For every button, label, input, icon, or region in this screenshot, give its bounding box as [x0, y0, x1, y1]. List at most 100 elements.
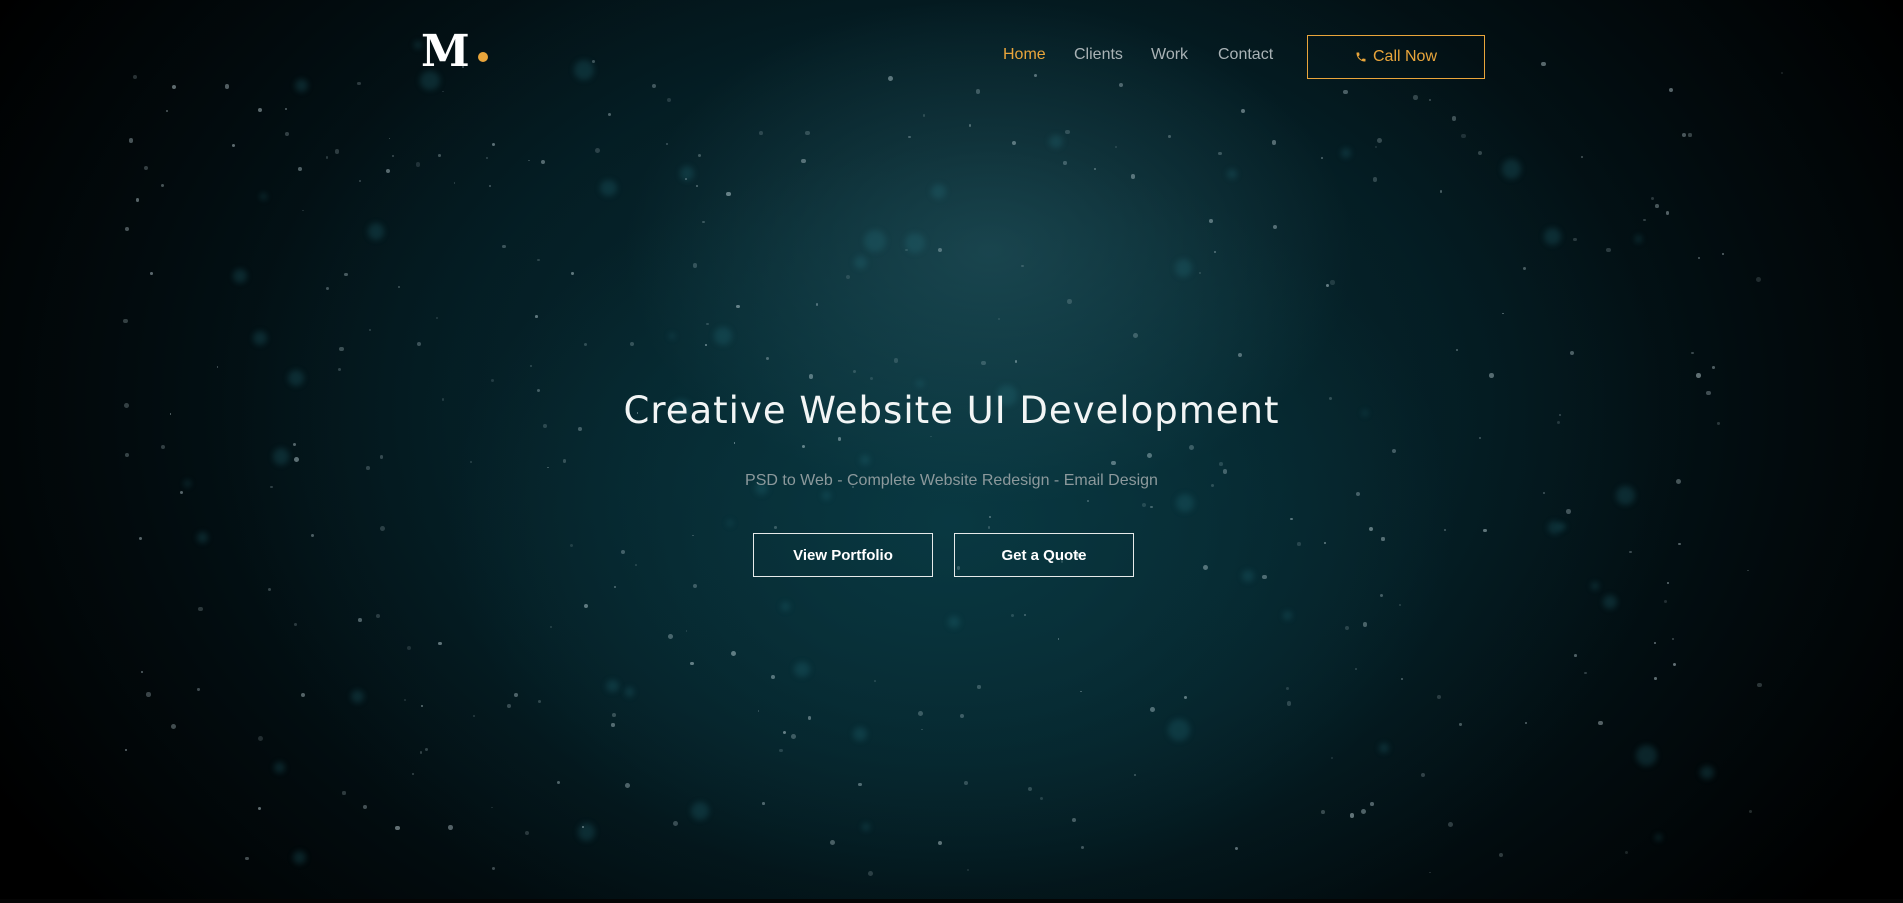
star-particle — [807, 716, 812, 720]
bokeh-particle — [854, 256, 868, 270]
star-particle — [774, 526, 777, 530]
star-particle — [357, 81, 361, 86]
star-particle — [160, 183, 165, 188]
star-particle — [791, 734, 796, 740]
star-particle — [1271, 140, 1276, 145]
star-particle — [685, 178, 687, 181]
star-particle — [1325, 284, 1329, 288]
star-particle — [1429, 871, 1432, 874]
star-particle — [1748, 809, 1752, 814]
star-particle — [1420, 773, 1425, 778]
hero-background — [0, 0, 1903, 899]
bokeh-particle — [605, 679, 619, 693]
star-particle — [888, 76, 894, 82]
nav-item-home[interactable]: Home — [1003, 44, 1046, 66]
nav-item-clients[interactable]: Clients — [1074, 44, 1123, 66]
star-particle — [470, 460, 473, 463]
bokeh-particle — [726, 519, 733, 526]
star-particle — [1130, 174, 1136, 179]
bokeh-particle — [931, 184, 947, 200]
star-particle — [867, 870, 873, 876]
star-particle — [339, 346, 344, 352]
star-particle — [1451, 116, 1457, 121]
star-particle — [698, 153, 701, 157]
star-particle — [733, 442, 736, 445]
bokeh-particle — [577, 823, 596, 842]
star-particle — [759, 131, 763, 135]
nav-item-contact[interactable]: Contact — [1218, 44, 1273, 66]
star-particle — [1624, 850, 1629, 855]
star-particle — [258, 108, 263, 113]
star-particle — [692, 534, 694, 537]
star-particle — [1502, 312, 1504, 315]
star-particle — [692, 263, 698, 268]
bokeh-particle — [293, 851, 307, 865]
star-particle — [311, 534, 315, 538]
star-particle — [224, 83, 230, 89]
star-particle — [594, 148, 600, 154]
star-particle — [502, 245, 506, 249]
star-particle — [535, 315, 539, 318]
star-particle — [473, 715, 475, 717]
star-particle — [1217, 151, 1222, 156]
star-particle — [1461, 133, 1466, 138]
bokeh-particle — [1602, 595, 1617, 610]
star-particle — [1654, 642, 1657, 645]
star-particle — [337, 367, 342, 372]
star-particle — [325, 286, 329, 290]
star-particle — [524, 830, 530, 836]
star-particle — [257, 807, 261, 811]
star-particle — [693, 584, 698, 589]
star-particle — [536, 258, 540, 262]
star-particle — [1349, 813, 1355, 818]
star-particle — [1381, 537, 1385, 541]
star-particle — [541, 159, 546, 164]
star-particle — [420, 705, 423, 708]
star-particle — [1651, 197, 1655, 201]
starfield — [0, 0, 1903, 899]
star-particle — [1574, 654, 1577, 657]
star-particle — [611, 712, 616, 717]
nav-item-work[interactable]: Work — [1151, 44, 1188, 66]
star-particle — [975, 88, 981, 94]
star-particle — [231, 143, 235, 147]
star-particle — [491, 806, 493, 809]
star-particle — [1149, 707, 1155, 712]
star-particle — [424, 747, 429, 752]
star-particle — [358, 618, 362, 622]
bokeh-particle — [864, 230, 887, 253]
view-portfolio-button[interactable]: View Portfolio — [753, 533, 933, 577]
star-particle — [344, 272, 348, 277]
star-particle — [1523, 266, 1527, 270]
bokeh-particle — [1591, 582, 1599, 591]
star-particle — [1681, 133, 1686, 138]
star-particle — [1400, 678, 1403, 681]
star-particle — [652, 83, 657, 88]
star-particle — [486, 157, 489, 160]
star-particle — [1570, 350, 1575, 355]
star-particle — [1331, 757, 1334, 759]
star-particle — [1443, 529, 1446, 532]
star-particle — [1370, 802, 1374, 806]
star-particle — [1525, 721, 1528, 724]
get-a-quote-button[interactable]: Get a Quote — [954, 533, 1134, 577]
star-particle — [150, 272, 154, 275]
bokeh-particle — [288, 370, 305, 387]
bokeh-particle — [294, 79, 308, 93]
star-particle — [1323, 541, 1326, 544]
star-particle — [398, 285, 401, 288]
star-particle — [730, 650, 736, 656]
star-particle — [779, 748, 783, 753]
star-particle — [1027, 786, 1032, 792]
star-particle — [1483, 528, 1487, 532]
bokeh-particle — [350, 689, 365, 704]
star-particle — [837, 437, 842, 441]
star-particle — [923, 114, 926, 117]
call-now-button[interactable]: Call Now — [1307, 35, 1485, 79]
star-particle — [938, 248, 943, 253]
star-particle — [1691, 352, 1694, 355]
star-particle — [938, 841, 943, 846]
star-particle — [123, 318, 128, 324]
bokeh-particle — [624, 687, 635, 698]
star-particle — [342, 791, 346, 795]
